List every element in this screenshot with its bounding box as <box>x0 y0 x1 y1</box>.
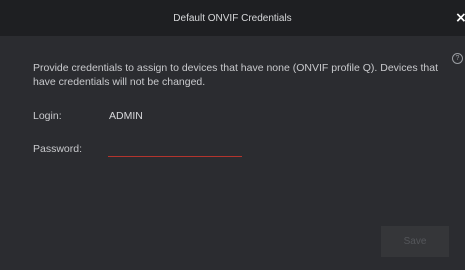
password-label: Password: <box>33 143 83 155</box>
close-icon[interactable]: × <box>455 11 465 25</box>
dialog-title: Default ONVIF Credentials <box>173 13 292 24</box>
password-field[interactable] <box>108 141 242 157</box>
dialog-titlebar: Default ONVIF Credentials × <box>0 0 465 36</box>
dialog-description: Provide credentials to assign to devices… <box>33 62 439 88</box>
help-icon[interactable]: ? <box>452 53 463 64</box>
login-label: Login: <box>33 110 62 122</box>
credentials-dialog: Default ONVIF Credentials × ? Provide cr… <box>0 0 465 270</box>
login-value: ADMIN <box>109 110 143 122</box>
save-button[interactable]: Save <box>381 226 449 257</box>
